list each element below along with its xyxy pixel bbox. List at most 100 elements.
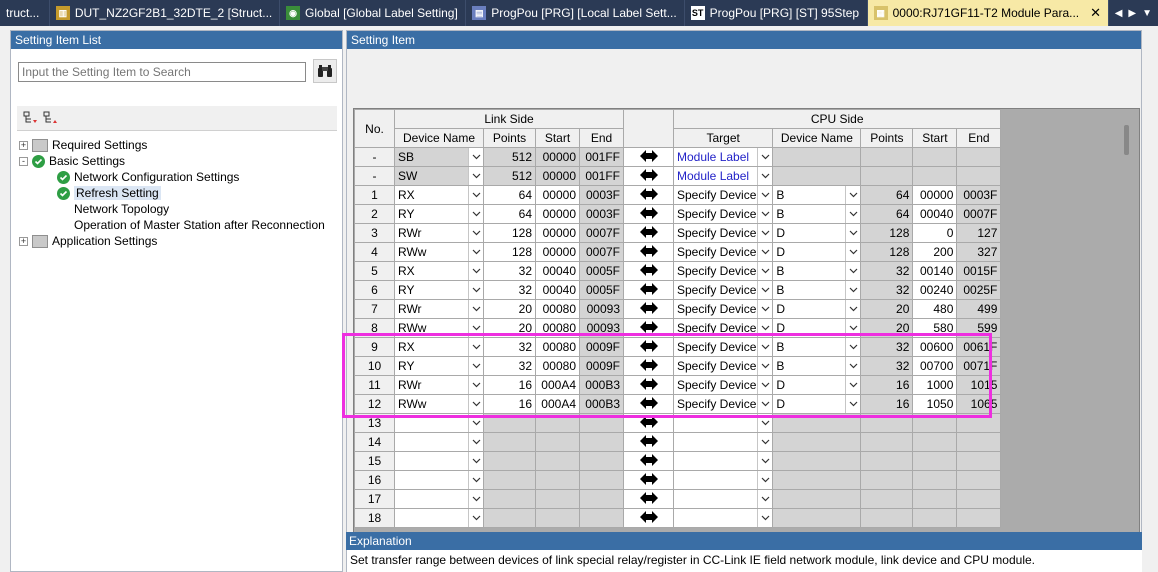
expand-all-icon[interactable] [23,111,37,125]
cpu-device-name-select[interactable]: B [772,204,862,224]
collapse-icon[interactable]: - [19,156,28,166]
tree-item[interactable]: Network Configuration Settings [57,169,239,185]
vertical-scrollbar-thumb[interactable] [1124,125,1129,155]
chevron-down-icon[interactable] [845,205,860,223]
chevron-down-icon[interactable] [845,376,860,394]
cpu-device-name-select[interactable]: D [772,223,862,243]
chevron-down-icon[interactable] [468,205,483,223]
chevron-down-icon[interactable] [468,395,483,413]
chevron-down-icon[interactable] [757,319,772,337]
chevron-down-icon[interactable] [757,205,772,223]
link-points-input[interactable]: 32 [483,280,536,300]
chevron-down-icon[interactable] [468,357,483,375]
target-select[interactable]: Specify Device [672,204,774,224]
target-select[interactable]: Specify Device [672,394,774,414]
cpu-start-input[interactable]: 1000 [912,375,958,395]
cpu-device-name-select[interactable]: D [772,394,862,414]
cpu-start-input[interactable]: 00140 [912,261,958,281]
chevron-down-icon[interactable] [468,243,483,261]
chevron-down-icon[interactable] [468,281,483,299]
chevron-down-icon[interactable] [468,471,483,489]
chevron-down-icon[interactable] [845,243,860,261]
link-start-input[interactable]: 00040 [535,280,580,300]
chevron-down-icon[interactable] [757,338,772,356]
link-start-input[interactable]: 000A4 [535,394,580,414]
chevron-down-icon[interactable] [757,376,772,394]
link-device-name-select[interactable]: RX [394,337,484,357]
chevron-down-icon[interactable] [468,262,483,280]
link-start-input[interactable]: 00080 [535,299,580,319]
link-points-input[interactable]: 32 [483,337,536,357]
tab-scroll-right-icon[interactable]: ▶ [1128,8,1136,19]
target-select[interactable] [672,508,774,528]
target-select[interactable] [672,489,774,509]
cpu-start-input[interactable]: 480 [912,299,958,319]
chevron-down-icon[interactable] [468,433,483,451]
cpu-start-input[interactable]: 00240 [912,280,958,300]
target-select[interactable] [672,432,774,452]
link-device-name-select[interactable] [394,489,484,509]
chevron-down-icon[interactable] [468,452,483,470]
chevron-down-icon[interactable] [845,262,860,280]
link-device-name-select[interactable] [394,470,484,490]
link-points-input[interactable]: 128 [483,223,536,243]
chevron-down-icon[interactable] [845,281,860,299]
link-points-input[interactable]: 16 [483,375,536,395]
expand-icon[interactable]: + [19,140,28,150]
link-points-input[interactable]: 20 [483,299,536,319]
link-points-input[interactable]: 64 [483,185,536,205]
tab-1[interactable]: ▥ DUT_NZ2GF2B1_32DTE_2 [Struct... [50,0,281,26]
link-start-input[interactable]: 00080 [535,337,580,357]
link-start-input[interactable]: 00000 [535,185,580,205]
tree-item[interactable]: Operation of Master Station after Reconn… [57,217,325,233]
chevron-down-icon[interactable] [757,509,772,527]
chevron-down-icon[interactable] [468,509,483,527]
target-select[interactable]: Specify Device [672,318,774,338]
chevron-down-icon[interactable] [468,300,483,318]
chevron-down-icon[interactable] [757,300,772,318]
chevron-down-icon[interactable] [757,357,772,375]
tab-5[interactable]: ▦ 0000:RJ71GF11-T2 Module Para... ✕ [867,0,1109,26]
binoculars-search-button[interactable] [313,59,337,83]
cpu-device-name-select[interactable]: B [772,261,862,281]
cpu-start-input[interactable]: 580 [912,318,958,338]
link-start-input[interactable]: 00000 [535,223,580,243]
cpu-device-name-select[interactable]: D [772,299,862,319]
tab-scroll-left-icon[interactable]: ◀ [1115,8,1123,19]
chevron-down-icon[interactable] [757,433,772,451]
cpu-device-name-select[interactable]: D [772,318,862,338]
cpu-device-name-select[interactable]: B [772,185,862,205]
link-device-name-select[interactable] [394,508,484,528]
link-device-name-select[interactable] [394,413,484,433]
chevron-down-icon[interactable] [757,281,772,299]
cpu-start-input[interactable]: 200 [912,242,958,262]
chevron-down-icon[interactable] [845,395,860,413]
link-start-input[interactable]: 000A4 [535,375,580,395]
chevron-down-icon[interactable] [757,167,772,185]
link-start-input[interactable]: 00040 [535,261,580,281]
tree-item[interactable]: + Required Settings [19,137,147,153]
link-device-name-select[interactable] [394,432,484,452]
chevron-down-icon[interactable] [468,224,483,242]
target-select[interactable]: Specify Device [672,375,774,395]
tree-item[interactable]: + Application Settings [19,233,157,249]
link-start-input[interactable]: 00000 [535,204,580,224]
target-select[interactable]: Specify Device [672,261,774,281]
link-start-input[interactable]: 00080 [535,356,580,376]
tab-2[interactable]: ◉ Global [Global Label Setting] [280,0,467,26]
link-points-input[interactable]: 128 [483,242,536,262]
chevron-down-icon[interactable] [468,319,483,337]
chevron-down-icon[interactable] [757,224,772,242]
chevron-down-icon[interactable] [757,471,772,489]
chevron-down-icon[interactable] [468,167,483,185]
expand-icon[interactable]: + [19,236,28,246]
link-device-name-select[interactable]: RX [394,261,484,281]
cpu-device-name-select[interactable]: D [772,375,862,395]
close-icon[interactable]: ✕ [1090,5,1101,21]
target-select[interactable]: Specify Device [672,356,774,376]
chevron-down-icon[interactable] [757,490,772,508]
chevron-down-icon[interactable] [468,414,483,432]
cpu-device-name-select[interactable]: D [772,242,862,262]
link-device-name-select[interactable]: RX [394,185,484,205]
chevron-down-icon[interactable] [468,186,483,204]
